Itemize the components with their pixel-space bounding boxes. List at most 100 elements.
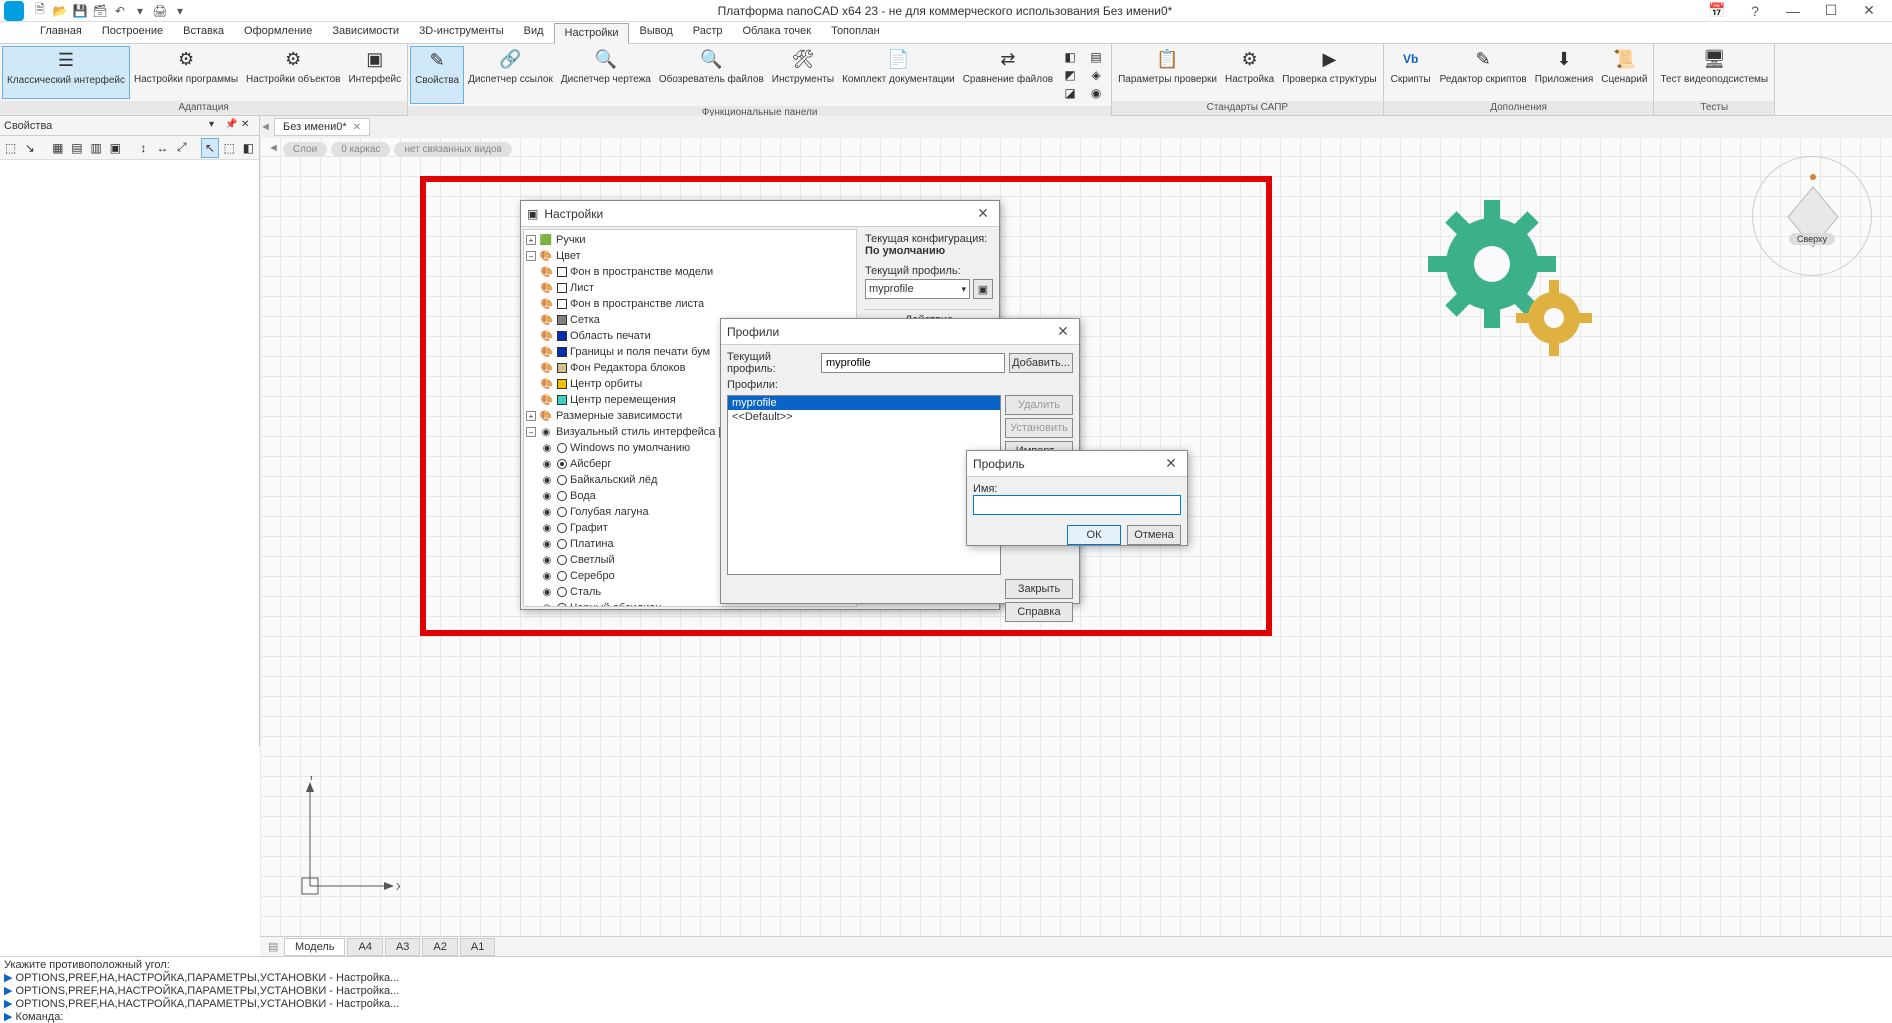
tool-cursor[interactable]: ↖ [201,138,218,158]
profile-name-title-bar[interactable]: Профиль ✕ [967,451,1187,477]
tree-item[interactable]: +🟩Ручки [526,232,854,248]
close-icon[interactable]: ✕ [1161,455,1181,472]
delete-profile-button[interactable]: Удалить [1005,395,1073,415]
sheet-tab-model[interactable]: Модель [284,938,345,956]
profile-item[interactable]: <<Default>> [728,410,1000,424]
ribbon-tab-view[interactable]: Вид [514,22,554,43]
layer-chip[interactable]: Слои [283,142,327,157]
sheet-menu-icon[interactable]: ▤ [268,940,282,953]
tools-button[interactable]: 🛠Инструменты [768,46,838,104]
tree-item[interactable]: 🎨Лист [526,280,854,296]
radio-icon[interactable] [557,491,567,501]
ribbon-tab-draw[interactable]: Построение [92,22,173,43]
profile-item[interactable]: myprofile [728,396,1000,410]
small-btn-3[interactable]: ◪ [1059,84,1081,102]
layer-chip[interactable]: нет связанных видов [394,142,512,157]
color-swatch[interactable] [557,395,567,405]
viewcube[interactable]: Сверху [1752,156,1872,276]
color-swatch[interactable] [557,379,567,389]
small-btn-2[interactable]: ◩ [1059,66,1081,84]
drawing-manager-button[interactable]: 🔍Диспетчер чертежа [557,46,655,104]
radio-icon[interactable] [557,459,567,469]
tree-item[interactable]: −🎨Цвет [526,248,854,264]
save-icon[interactable]: 💾 [72,3,88,19]
radio-icon[interactable] [557,523,567,533]
tree-item[interactable]: 🎨Фон в пространстве листа [526,296,854,312]
cancel-button[interactable]: Отмена [1127,525,1181,545]
ribbon-tab-annotate[interactable]: Оформление [234,22,322,43]
ribbon-tab-main[interactable]: Главная [30,22,92,43]
set-profile-button[interactable]: Установить [1005,418,1073,438]
radio-icon[interactable] [557,587,567,597]
color-swatch[interactable] [557,299,567,309]
check-params-button[interactable]: 📋Параметры проверки [1114,46,1221,99]
file-explorer-button[interactable]: 🔍Обозреватель файлов [655,46,768,104]
radio-icon[interactable] [557,443,567,453]
color-swatch[interactable] [557,315,567,325]
chevron-down-icon[interactable]: ▾ [172,3,188,19]
profiles-dialog-title-bar[interactable]: Профили ✕ [721,319,1079,345]
ok-button[interactable]: ОК [1067,525,1121,545]
undo-icon[interactable]: ↶ [112,3,128,19]
layer-chip[interactable]: 0 каркас [331,142,390,157]
profile-name-input[interactable] [973,495,1181,515]
compare-button[interactable]: ⇄Сравнение файлов [959,46,1057,104]
radio-icon[interactable] [557,507,567,517]
new-icon[interactable]: 🗎 [32,3,48,19]
small-btn-4[interactable]: ▤ [1085,48,1107,66]
radio-icon[interactable] [557,555,567,565]
program-settings-button[interactable]: ⚙Настройки программы [130,46,242,99]
profiles-list[interactable]: myprofile <<Default>> [727,395,1001,575]
calendar-icon[interactable]: 📅 [1702,1,1732,21]
tool-5[interactable]: ▥ [88,138,105,158]
open-icon[interactable]: 📂 [52,3,68,19]
scripts-button[interactable]: VbСкрипты [1386,46,1436,99]
profile-combo[interactable]: myprofile▾ [865,279,970,299]
radio-icon[interactable] [557,571,567,581]
close-tab-icon[interactable]: ✕ [353,122,361,133]
chip-nav[interactable]: ◄ [268,142,279,157]
expand-icon[interactable]: + [526,411,536,421]
sheet-tab-a4[interactable]: A4 [347,938,382,956]
help-profiles-button[interactable]: Справка [1005,602,1073,622]
tool-2[interactable]: ↘ [21,138,38,158]
check-structure-button[interactable]: ▶Проверка структуры [1278,46,1380,99]
app-icon[interactable] [4,1,24,21]
apps-button[interactable]: ⬇Приложения [1531,46,1598,99]
tool-8[interactable]: ↔ [154,138,171,158]
minimize-button[interactable]: — [1778,1,1808,21]
color-swatch[interactable] [557,267,567,277]
ribbon-tab-raster[interactable]: Растр [683,22,733,43]
tool-3[interactable]: ▦ [49,138,66,158]
saveall-icon[interactable]: 🗃 [92,3,108,19]
ribbon-tab-output[interactable]: Вывод [629,22,682,43]
tree-item[interactable]: 🎨Фон в пространстве модели [526,264,854,280]
ribbon-tab-insert[interactable]: Вставка [173,22,234,43]
current-profile-input[interactable] [821,353,1005,373]
collapse-icon[interactable]: − [526,427,536,437]
dropdown-icon[interactable]: ▾ [209,119,223,133]
docset-button[interactable]: 📄Комплект документации [838,46,959,104]
ribbon-tab-constraints[interactable]: Зависимости [322,22,409,43]
tool-1[interactable]: ⬚ [2,138,19,158]
video-test-button[interactable]: 🖥Тест видеоподсистемы [1656,46,1772,99]
sheet-tab-a1[interactable]: A1 [460,938,495,956]
sheet-tab-a3[interactable]: A3 [385,938,420,956]
classic-interface-button[interactable]: ☰Классический интерфейс [2,46,130,99]
print-icon[interactable]: 🖨 [152,3,168,19]
maximize-button[interactable]: ☐ [1816,1,1846,21]
expand-icon[interactable]: + [526,235,536,245]
radio-icon[interactable] [557,539,567,549]
color-swatch[interactable] [557,363,567,373]
scenario-button[interactable]: 📜Сценарий [1597,46,1651,99]
tab-nav-left[interactable]: ◄ [260,121,270,133]
small-btn-1[interactable]: ◧ [1059,48,1081,66]
object-settings-button[interactable]: ⚙Настройки объектов [242,46,344,99]
chevron-down-icon[interactable]: ▾ [132,3,148,19]
document-tab[interactable]: Без имени0* ✕ [274,118,370,136]
color-swatch[interactable] [557,283,567,293]
tool-7[interactable]: ↕ [135,138,152,158]
close-profiles-button[interactable]: Закрыть [1005,579,1073,599]
xref-manager-button[interactable]: 🔗Диспетчер ссылок [464,46,557,104]
color-swatch[interactable] [557,347,567,357]
